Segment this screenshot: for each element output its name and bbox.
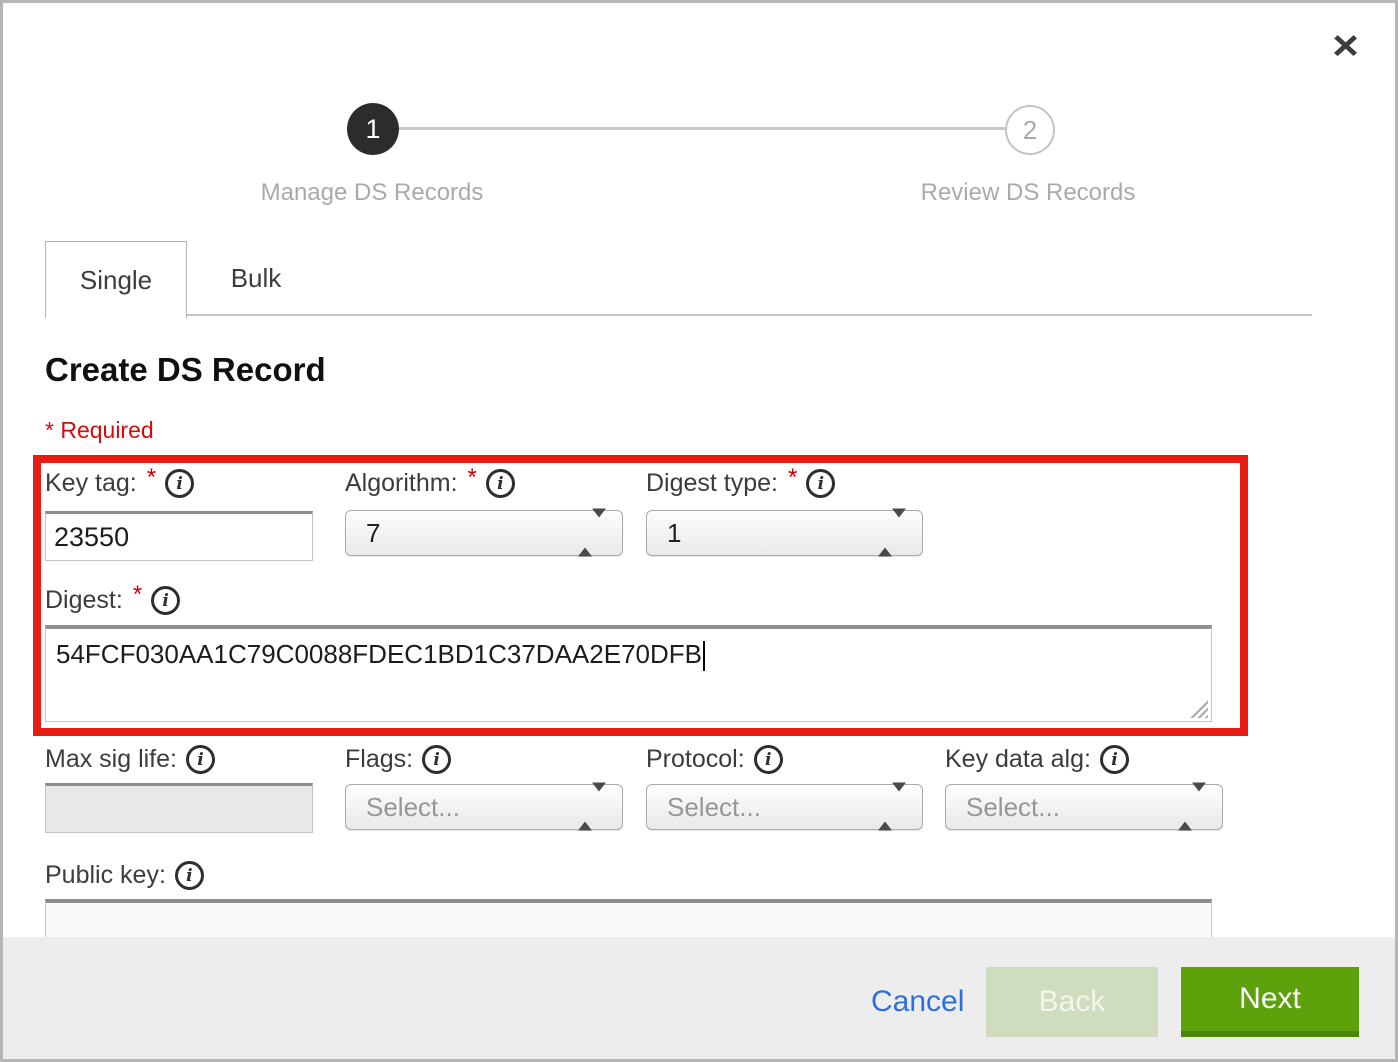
- digest-value: 54FCF030AA1C79C0088FDEC1BD1C37DAA2E70DFB: [56, 639, 702, 669]
- digest-type-label: Digest type: * i: [646, 469, 835, 498]
- max-sig-life-label-text: Max sig life:: [45, 745, 177, 774]
- back-button[interactable]: Back: [986, 967, 1158, 1037]
- required-asterisk: *: [468, 464, 477, 492]
- info-icon[interactable]: i: [175, 861, 204, 890]
- flags-label: Flags: i: [345, 745, 451, 774]
- key-data-alg-label: Key data alg: i: [945, 745, 1129, 774]
- select-arrows-icon: [878, 792, 906, 823]
- create-ds-record-dialog: × 1 2 Manage DS Records Review DS Record…: [0, 0, 1398, 1062]
- digest-textarea[interactable]: 54FCF030AA1C79C0088FDEC1BD1C37DAA2E70DFB: [45, 625, 1212, 722]
- arrow-up-icon: [1178, 792, 1192, 831]
- key-tag-label-text: Key tag:: [45, 469, 137, 498]
- text-cursor: [703, 641, 705, 671]
- tab-bulk[interactable]: Bulk: [186, 241, 326, 315]
- digest-type-select[interactable]: 1: [646, 510, 923, 556]
- info-icon[interactable]: i: [1100, 745, 1129, 774]
- select-arrows-icon: [878, 518, 906, 549]
- step-1-circle: 1: [347, 103, 399, 155]
- cancel-link[interactable]: Cancel: [871, 967, 964, 1037]
- algorithm-select[interactable]: 7: [345, 510, 623, 556]
- max-sig-life-label: Max sig life: i: [45, 745, 215, 774]
- info-icon[interactable]: i: [165, 469, 194, 498]
- key-tag-input[interactable]: [45, 511, 313, 561]
- close-icon[interactable]: ×: [1332, 27, 1359, 63]
- required-asterisk: *: [788, 464, 797, 492]
- digest-label: Digest: * i: [45, 586, 180, 615]
- digest-type-label-text: Digest type:: [646, 469, 778, 498]
- digest-type-select-value: 1: [667, 518, 681, 549]
- public-key-label-text: Public key:: [45, 861, 166, 890]
- flags-select[interactable]: Select...: [345, 784, 623, 830]
- select-arrows-icon: [578, 792, 606, 823]
- tab-single[interactable]: Single: [45, 241, 187, 318]
- arrow-down-icon: [892, 783, 906, 822]
- required-asterisk: *: [147, 464, 156, 492]
- protocol-select-placeholder: Select...: [667, 792, 761, 823]
- protocol-label: Protocol: i: [646, 745, 783, 774]
- algorithm-label: Algorithm: * i: [345, 469, 515, 498]
- select-arrows-icon: [578, 518, 606, 549]
- required-note: * Required: [45, 417, 154, 444]
- digest-label-text: Digest:: [45, 586, 123, 615]
- protocol-label-text: Protocol:: [646, 745, 745, 774]
- algorithm-select-value: 7: [366, 518, 380, 549]
- page-title: Create DS Record: [45, 351, 326, 389]
- arrow-up-icon: [578, 518, 592, 557]
- key-data-alg-select-placeholder: Select...: [966, 792, 1060, 823]
- resize-handle-icon[interactable]: [1190, 700, 1208, 718]
- info-icon[interactable]: i: [754, 745, 783, 774]
- max-sig-life-input[interactable]: [45, 783, 313, 833]
- info-icon[interactable]: i: [486, 469, 515, 498]
- arrow-down-icon: [592, 783, 606, 822]
- dialog-footer: Cancel Back Next: [3, 937, 1395, 1059]
- info-icon[interactable]: i: [186, 745, 215, 774]
- select-arrows-icon: [1178, 792, 1206, 823]
- public-key-label: Public key: i: [45, 861, 204, 890]
- arrow-up-icon: [878, 792, 892, 831]
- key-tag-label: Key tag: * i: [45, 469, 194, 498]
- key-data-alg-label-text: Key data alg:: [945, 745, 1091, 774]
- arrow-up-icon: [878, 518, 892, 557]
- arrow-down-icon: [592, 509, 606, 548]
- stepper-connector-line: [399, 127, 1007, 130]
- info-icon[interactable]: i: [422, 745, 451, 774]
- protocol-select[interactable]: Select...: [646, 784, 923, 830]
- info-icon[interactable]: i: [151, 586, 180, 615]
- algorithm-label-text: Algorithm:: [345, 469, 458, 498]
- info-icon[interactable]: i: [806, 469, 835, 498]
- next-button[interactable]: Next: [1181, 967, 1359, 1037]
- step-1-label: Manage DS Records: [172, 179, 572, 207]
- required-asterisk: *: [133, 581, 142, 609]
- flags-select-placeholder: Select...: [366, 792, 460, 823]
- arrow-up-icon: [578, 792, 592, 831]
- step-2-label: Review DS Records: [828, 179, 1228, 207]
- arrow-down-icon: [892, 509, 906, 548]
- key-data-alg-select[interactable]: Select...: [945, 784, 1223, 830]
- arrow-down-icon: [1192, 783, 1206, 822]
- flags-label-text: Flags:: [345, 745, 413, 774]
- step-2-circle: 2: [1005, 105, 1055, 155]
